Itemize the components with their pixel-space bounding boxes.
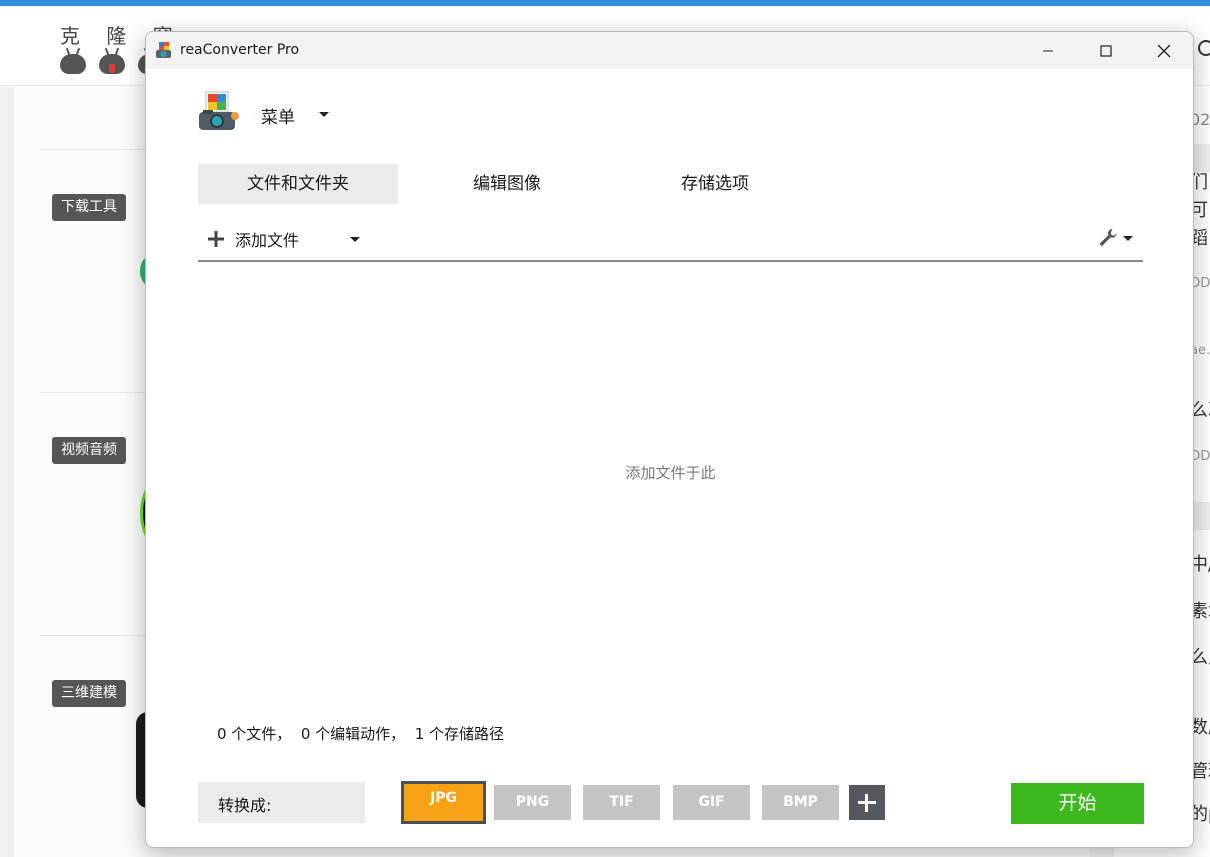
convert-to-label: 转换成:: [218, 796, 272, 815]
app-window: reaConverter Pro 菜单 文件和文件夹 编辑图像 存储选项 添加文…: [145, 31, 1194, 848]
drop-area-hint: 添加文件于此: [625, 464, 716, 482]
minimize-icon: [1043, 50, 1053, 51]
plus-icon: [208, 231, 224, 247]
page-left-gutter: [0, 87, 14, 857]
status-text: 0 个文件， 0 个编辑动作， 1 个存储路径: [217, 725, 505, 743]
sidebar-band: [1194, 502, 1210, 530]
format-gif-button[interactable]: GIF: [673, 785, 750, 820]
convert-to-label-box: 转换成:: [198, 782, 365, 823]
tab-files-and-folders[interactable]: 文件和文件夹: [198, 164, 398, 204]
divider: [40, 392, 160, 393]
chevron-down-icon[interactable]: [319, 112, 329, 117]
category-tag[interactable]: 视频音频: [52, 437, 126, 464]
chevron-down-icon[interactable]: [350, 237, 360, 242]
search-icon[interactable]: [1198, 40, 1210, 56]
format-tif-button[interactable]: TIF: [583, 785, 660, 820]
chevron-down-icon[interactable]: [1123, 236, 1133, 241]
close-button[interactable]: [1135, 32, 1193, 69]
format-png-button[interactable]: PNG: [494, 785, 571, 820]
category-tag[interactable]: 下载工具: [52, 194, 126, 221]
mascot-icon: [99, 54, 125, 74]
format-jpg-button[interactable]: JPG: [401, 781, 486, 824]
tab-edit-images[interactable]: 编辑图像: [407, 164, 607, 204]
app-logo-icon[interactable]: [197, 90, 241, 134]
minimize-button[interactable]: [1019, 32, 1077, 69]
add-files-label: 添加文件: [235, 231, 300, 250]
tab-saving-options[interactable]: 存储选项: [615, 164, 815, 204]
add-files-button[interactable]: 添加文件: [208, 228, 299, 250]
menu-button[interactable]: 菜单: [261, 103, 295, 128]
app-icon: [156, 42, 171, 58]
format-bmp-button[interactable]: BMP: [762, 785, 839, 820]
maximize-icon: [1100, 44, 1112, 57]
title-bar[interactable]: reaConverter Pro: [146, 32, 1193, 69]
divider: [40, 635, 160, 636]
close-icon: [1157, 44, 1171, 57]
divider: [198, 260, 1143, 262]
mascot-icon: [60, 54, 86, 74]
divider: [40, 149, 160, 150]
add-format-button[interactable]: [849, 785, 885, 820]
window-title: reaConverter Pro: [180, 42, 300, 58]
wrench-icon[interactable]: [1098, 227, 1118, 247]
start-button[interactable]: 开始: [1011, 783, 1144, 824]
category-tag[interactable]: 三维建模: [52, 680, 126, 707]
maximize-button[interactable]: [1077, 32, 1135, 69]
